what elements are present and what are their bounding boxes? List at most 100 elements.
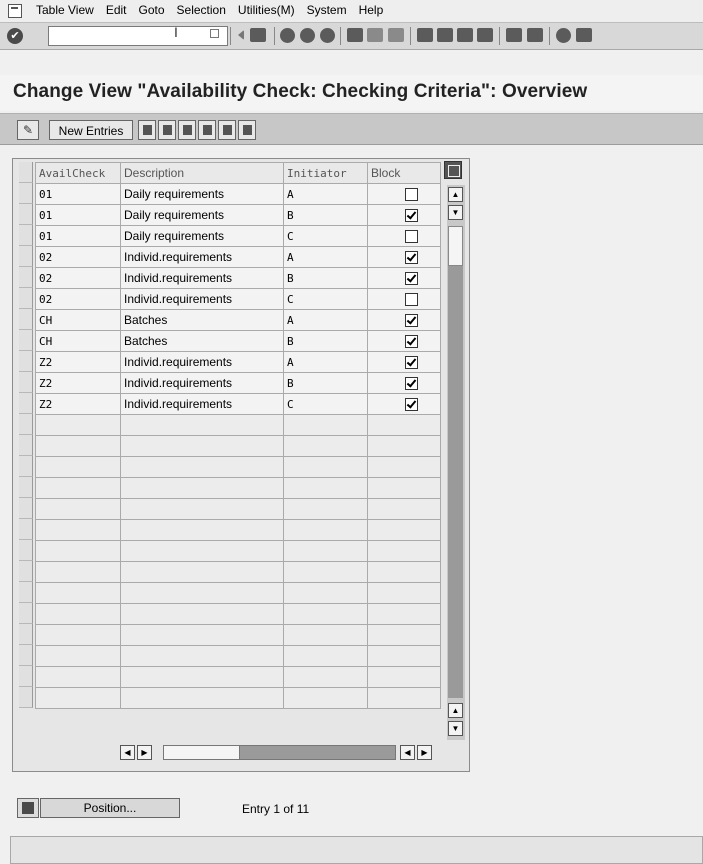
- empty-cell[interactable]: [35, 540, 121, 562]
- select-all-icon[interactable]: [198, 120, 216, 140]
- empty-cell[interactable]: [283, 540, 368, 562]
- block-checkbox[interactable]: [404, 272, 418, 286]
- row-selector[interactable]: [19, 288, 33, 309]
- table-row[interactable]: 01 Daily requirements B: [35, 204, 441, 226]
- table-row[interactable]: 01 Daily requirements A: [35, 183, 441, 205]
- undo-change-icon[interactable]: [178, 120, 196, 140]
- scroll-right-icon[interactable]: ▶: [137, 745, 152, 760]
- table-row[interactable]: Z2 Individ.requirements C: [35, 393, 441, 415]
- empty-cell[interactable]: [367, 540, 441, 562]
- empty-cell[interactable]: [283, 414, 368, 436]
- block-checkbox[interactable]: [404, 209, 418, 223]
- row-selector[interactable]: [19, 204, 33, 225]
- row-selector[interactable]: [19, 540, 33, 561]
- command-field[interactable]: [48, 26, 228, 46]
- last-page-icon[interactable]: [477, 28, 493, 42]
- row-selector[interactable]: [19, 561, 33, 582]
- row-selector[interactable]: [19, 267, 33, 288]
- position-button[interactable]: Position...: [40, 798, 180, 818]
- empty-table-row[interactable]: [35, 477, 441, 499]
- block-checkbox[interactable]: [404, 188, 418, 202]
- empty-cell[interactable]: [35, 666, 121, 688]
- block-checkbox[interactable]: [404, 251, 418, 265]
- column-header-description[interactable]: Description: [120, 162, 284, 184]
- empty-cell[interactable]: [120, 624, 284, 646]
- row-selector[interactable]: [19, 477, 33, 498]
- empty-cell[interactable]: [283, 645, 368, 667]
- table-row[interactable]: CH Batches A: [35, 309, 441, 331]
- horizontal-scroll-thumb[interactable]: [164, 746, 240, 759]
- horizontal-scrollbar[interactable]: [163, 745, 396, 760]
- empty-cell[interactable]: [35, 498, 121, 520]
- delete-icon[interactable]: [158, 120, 176, 140]
- row-selector[interactable]: [19, 246, 33, 267]
- table-row[interactable]: 02 Individ.requirements B: [35, 267, 441, 289]
- empty-cell[interactable]: [35, 687, 121, 709]
- system-menu-icon[interactable]: [8, 4, 22, 18]
- empty-cell[interactable]: [120, 456, 284, 478]
- empty-cell[interactable]: [35, 456, 121, 478]
- empty-table-row[interactable]: [35, 624, 441, 646]
- empty-cell[interactable]: [283, 624, 368, 646]
- block-checkbox[interactable]: [404, 377, 418, 391]
- row-selector[interactable]: [19, 498, 33, 519]
- row-selector[interactable]: [19, 645, 33, 666]
- empty-table-row[interactable]: [35, 582, 441, 604]
- empty-cell[interactable]: [367, 519, 441, 541]
- empty-cell[interactable]: [283, 456, 368, 478]
- empty-cell[interactable]: [283, 498, 368, 520]
- empty-cell[interactable]: [283, 582, 368, 604]
- vertical-scrollbar[interactable]: ▲ ▼ ▲ ▼: [447, 185, 465, 740]
- empty-cell[interactable]: [120, 519, 284, 541]
- empty-cell[interactable]: [120, 666, 284, 688]
- empty-table-row[interactable]: [35, 645, 441, 667]
- empty-cell[interactable]: [367, 498, 441, 520]
- row-selector[interactable]: [19, 435, 33, 456]
- block-checkbox[interactable]: [404, 293, 418, 307]
- table-row[interactable]: Z2 Individ.requirements B: [35, 372, 441, 394]
- table-row[interactable]: 01 Daily requirements C: [35, 225, 441, 247]
- table-row[interactable]: 02 Individ.requirements A: [35, 246, 441, 268]
- row-selector[interactable]: [19, 393, 33, 414]
- scroll-thumb[interactable]: [448, 226, 463, 266]
- empty-cell[interactable]: [120, 498, 284, 520]
- empty-cell[interactable]: [35, 561, 121, 583]
- empty-cell[interactable]: [283, 603, 368, 625]
- display-change-icon[interactable]: ✎: [17, 120, 39, 140]
- create-session-icon[interactable]: [506, 28, 522, 42]
- empty-cell[interactable]: [120, 645, 284, 667]
- block-checkbox[interactable]: [404, 230, 418, 244]
- row-selector[interactable]: [19, 666, 33, 687]
- table-row[interactable]: CH Batches B: [35, 330, 441, 352]
- command-history-icon[interactable]: [210, 29, 219, 38]
- find-icon[interactable]: [367, 28, 383, 42]
- scroll-up-icon[interactable]: ▲: [448, 703, 463, 718]
- menu-goto[interactable]: Goto: [139, 3, 165, 17]
- new-entries-button[interactable]: New Entries: [49, 120, 133, 140]
- row-selector[interactable]: [19, 183, 33, 204]
- block-checkbox[interactable]: [404, 314, 418, 328]
- menu-system[interactable]: System: [307, 3, 347, 17]
- empty-table-row[interactable]: [35, 666, 441, 688]
- empty-cell[interactable]: [120, 603, 284, 625]
- empty-cell[interactable]: [283, 435, 368, 457]
- copy-as-icon[interactable]: [138, 120, 156, 140]
- empty-cell[interactable]: [283, 519, 368, 541]
- empty-cell[interactable]: [120, 477, 284, 499]
- empty-cell[interactable]: [35, 435, 121, 457]
- empty-cell[interactable]: [120, 414, 284, 436]
- scroll-track[interactable]: [448, 266, 463, 698]
- select-all-rows-button[interactable]: [19, 162, 33, 183]
- empty-table-row[interactable]: [35, 540, 441, 562]
- row-selector[interactable]: [19, 519, 33, 540]
- scroll-right-icon[interactable]: ▶: [417, 745, 432, 760]
- empty-cell[interactable]: [367, 582, 441, 604]
- position-icon[interactable]: [17, 798, 39, 818]
- find-next-icon[interactable]: [388, 28, 404, 42]
- save-icon[interactable]: [250, 28, 266, 42]
- empty-cell[interactable]: [367, 624, 441, 646]
- row-selector[interactable]: [19, 351, 33, 372]
- menu-help[interactable]: Help: [359, 3, 384, 17]
- row-selector[interactable]: [19, 582, 33, 603]
- shortcut-icon[interactable]: [527, 28, 543, 42]
